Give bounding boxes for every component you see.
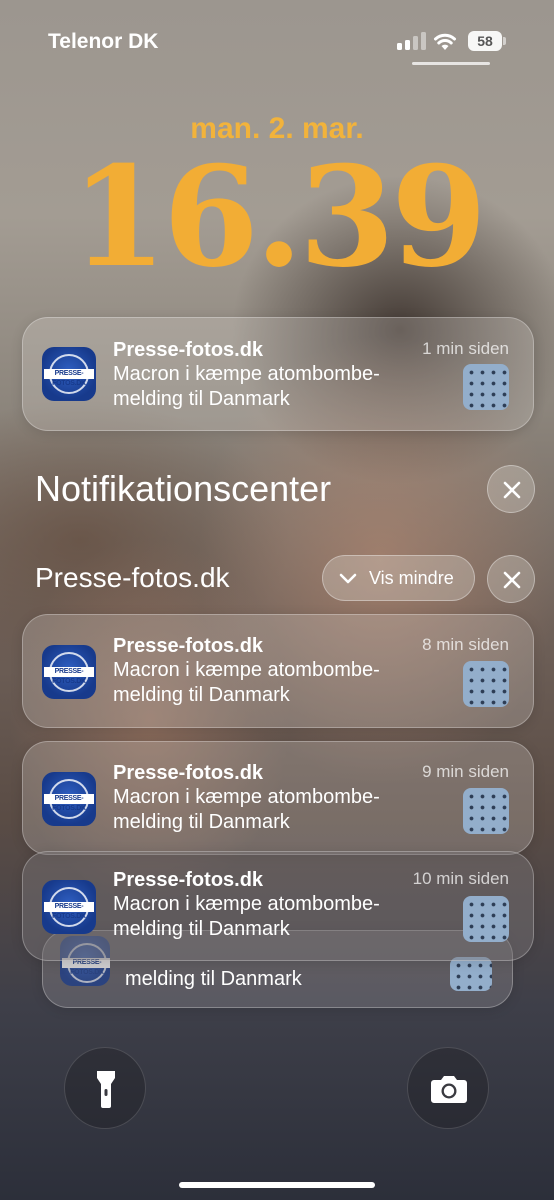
carrier-name: Telenor DK <box>48 30 159 53</box>
chevron-down-icon <box>339 573 357 584</box>
show-less-button[interactable]: Vis mindre <box>322 555 475 601</box>
notification-group-title: Presse-fotos.dk <box>35 562 230 593</box>
flashlight-icon <box>97 1071 115 1108</box>
show-less-label: Vis mindre <box>369 568 454 588</box>
camera-button[interactable] <box>407 1047 489 1129</box>
clear-group-button[interactable] <box>487 555 535 603</box>
notification-time: 9 min siden <box>422 762 509 781</box>
notification-thumbnail <box>463 364 509 410</box>
battery-tip <box>503 37 506 45</box>
notification-body: Macron i kæmpe atombombe-melding til Dan… <box>113 363 380 410</box>
lock-screen-clock: 16.39 <box>70 135 487 298</box>
notification-app-name: Presse-fotos.dk <box>113 339 264 361</box>
status-bar: Telenor DK 58 <box>0 0 554 70</box>
flashlight-button[interactable] <box>64 1047 146 1129</box>
notification-body: Macron i kæmpe atombombe-melding til Dan… <box>113 893 380 940</box>
clear-all-button[interactable] <box>487 465 535 513</box>
notification-thumbnail <box>463 788 509 834</box>
notification-body: Macron i kæmpe atombombe-melding til Dan… <box>113 659 380 706</box>
presse-fotos-app-icon: PRESSE-FOTOS.DK <box>42 880 96 934</box>
notification-thumbnail <box>450 957 492 991</box>
cellular-signal-icon <box>397 32 427 50</box>
status-indicator-line <box>412 62 490 65</box>
notification-app-name: Presse-fotos.dk <box>113 762 264 784</box>
notification-time: 1 min siden <box>422 339 509 358</box>
notification-card[interactable]: PRESSE-FOTOS.DK Presse-fotos.dk 10 min s… <box>22 851 534 961</box>
notification-app-name: Presse-fotos.dk <box>113 869 264 891</box>
close-icon <box>503 481 521 499</box>
notification-time: 10 min siden <box>412 869 509 888</box>
notification-card[interactable]: PRESSE-FOTOS.DK Presse-fotos.dk 9 min si… <box>22 741 534 855</box>
notification-card[interactable]: PRESSE-FOTOS.DK Presse-fotos.dk 1 min si… <box>22 317 534 431</box>
notification-card[interactable]: PRESSE-FOTOS.DK Presse-fotos.dk 8 min si… <box>22 614 534 728</box>
notification-thumbnail <box>463 661 509 707</box>
close-icon <box>503 571 521 589</box>
home-indicator[interactable] <box>179 1182 375 1188</box>
notification-center-title: Notifikationscenter <box>35 468 332 509</box>
presse-fotos-app-icon: PRESSE-FOTOS.DK <box>42 645 96 699</box>
notification-app-name: Presse-fotos.dk <box>113 635 264 657</box>
notification-time: 8 min siden <box>422 635 509 654</box>
notification-thumbnail <box>463 896 509 942</box>
camera-icon <box>431 1076 467 1103</box>
notification-body: melding til Danmark <box>125 968 302 990</box>
presse-fotos-app-icon: PRESSE-FOTOS.DK <box>42 772 96 826</box>
notification-body: Macron i kæmpe atombombe-melding til Dan… <box>113 786 380 833</box>
wifi-icon <box>434 33 456 50</box>
presse-fotos-app-icon: PRESSE-FOTOS.DK <box>42 347 96 401</box>
battery-icon: 58 <box>468 31 502 51</box>
